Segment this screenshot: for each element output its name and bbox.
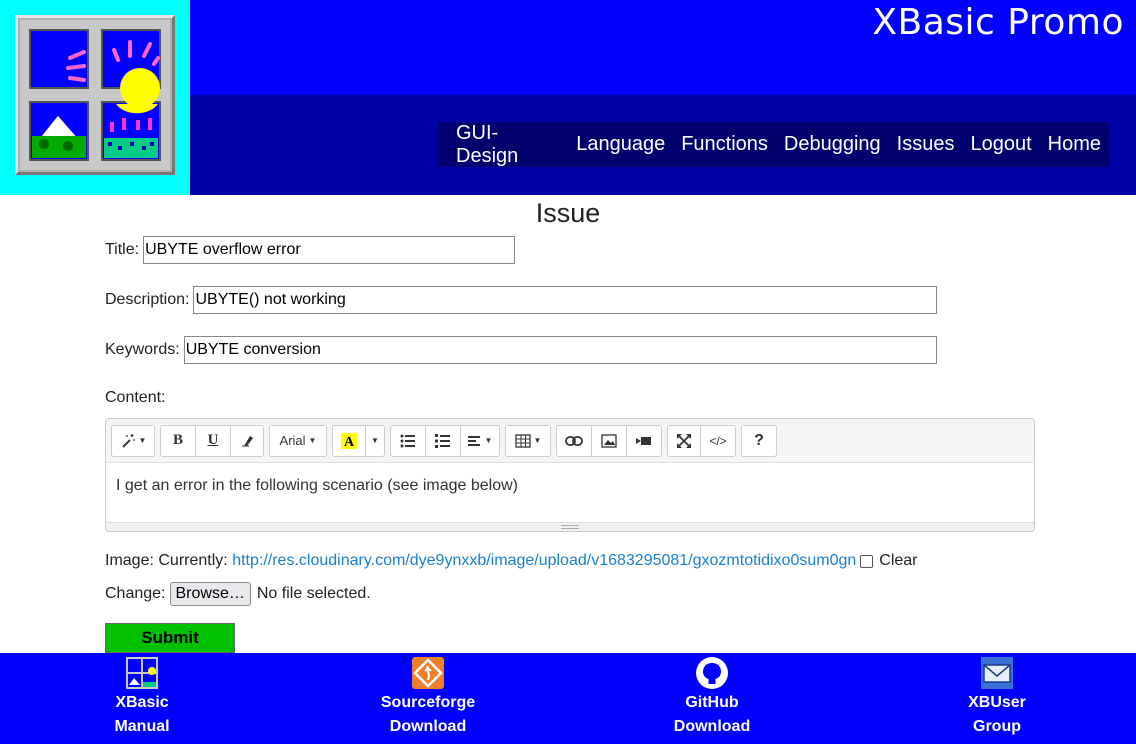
footer-xbasic-manual[interactable]: XBasic Manual: [62, 657, 222, 739]
image-icon: [601, 433, 617, 448]
nav-language[interactable]: Language: [576, 133, 665, 156]
underline-button[interactable]: U: [195, 424, 231, 457]
help-button[interactable]: ?: [741, 424, 777, 457]
footer-item-line2: Download: [389, 718, 467, 735]
nav-home[interactable]: Home: [1048, 133, 1101, 156]
main-nav: GUI-Design Language Functions Debugging …: [438, 122, 1109, 167]
keywords-row: Keywords:: [105, 336, 937, 364]
description-label: Description:: [105, 291, 190, 308]
font-family-value: Arial: [279, 433, 306, 448]
bold-button[interactable]: B: [160, 424, 196, 457]
video-icon: [636, 436, 651, 445]
clear-format-button[interactable]: [230, 424, 264, 457]
description-input[interactable]: [193, 286, 938, 314]
browse-button[interactable]: Browse…: [169, 582, 251, 606]
link-icon: [565, 435, 583, 446]
keywords-label: Keywords:: [105, 341, 180, 358]
font-family-dropdown[interactable]: Arial ▼: [269, 424, 327, 457]
footer-github-download[interactable]: GitHub Download: [632, 657, 792, 739]
image-row: Image: Currently: http://res.cloudinary.…: [105, 552, 918, 570]
align-left-icon: [467, 435, 480, 446]
footer-item-line1: Sourceforge: [380, 694, 476, 711]
footer-item-line2: Download: [673, 718, 751, 735]
footer-item-line2: Group: [973, 718, 1021, 735]
submit-button[interactable]: Submit: [105, 623, 235, 653]
nav-functions[interactable]: Functions: [681, 133, 768, 156]
image-button[interactable]: [591, 424, 627, 457]
currently-label: Currently:: [158, 552, 228, 569]
grip-icon: [561, 525, 579, 529]
footer-item-line1: GitHub: [685, 694, 739, 711]
nav-debugging[interactable]: Debugging: [784, 133, 881, 156]
footer-item-line1: XBasic: [115, 694, 169, 711]
site-footer: XBasic Manual Sourceforge Download GitHu…: [0, 653, 1136, 744]
logo-area: [0, 0, 190, 195]
magic-wand-icon: [121, 433, 135, 448]
fullscreen-icon: [677, 433, 691, 448]
color-dropdown-button[interactable]: ▼: [365, 424, 385, 457]
editor-content-area[interactable]: I get an error in the following scenario…: [106, 463, 1034, 523]
footer-item-line1: XBUser: [968, 694, 1026, 711]
code-view-button[interactable]: </>: [700, 424, 736, 457]
keywords-input[interactable]: [183, 336, 937, 364]
table-icon: [514, 433, 531, 448]
footer-xbuser-group[interactable]: XBUser Group: [917, 657, 1077, 739]
page-title: Issue: [535, 198, 601, 228]
fullscreen-button[interactable]: [667, 424, 701, 457]
site-title: XBasic Promo: [872, 2, 1124, 43]
sourceforge-icon: [412, 657, 444, 689]
nav-issues[interactable]: Issues: [897, 133, 955, 156]
eraser-icon: [242, 435, 253, 446]
editor-resize-handle[interactable]: [106, 522, 1034, 531]
highlight-button[interactable]: A: [332, 424, 366, 457]
svg-text:A: A: [344, 435, 355, 450]
content-row: Content:: [105, 389, 165, 407]
unordered-list-button[interactable]: [390, 424, 426, 457]
title-input[interactable]: [143, 236, 516, 264]
clear-checkbox[interactable]: [860, 554, 874, 568]
xbasic-logo-icon: [126, 657, 158, 689]
clear-label: Clear: [879, 552, 918, 569]
change-row: Change: Browse… No file selected.: [105, 582, 371, 606]
xbasic-logo[interactable]: [15, 15, 175, 175]
rich-text-editor: ▼ B U Arial ▼ A ▼ ▼ ▼ </> ? I get an err…: [105, 418, 1035, 532]
nav-logout[interactable]: Logout: [970, 133, 1031, 156]
image-label: Image:: [105, 552, 154, 569]
description-row: Description:: [105, 286, 938, 314]
bullet-list-icon: [400, 434, 415, 447]
no-file-label: No file selected.: [256, 585, 371, 602]
github-icon: [696, 657, 728, 689]
table-dropdown[interactable]: ▼: [505, 424, 551, 457]
ordered-list-button[interactable]: [425, 424, 461, 457]
footer-sourceforge-download[interactable]: Sourceforge Download: [348, 657, 508, 739]
numbered-list-icon: [435, 433, 450, 448]
mail-icon: [981, 657, 1013, 689]
xbasic-logo-icon: [29, 29, 161, 161]
link-button[interactable]: [556, 424, 592, 457]
style-button[interactable]: ▼: [111, 424, 155, 457]
paragraph-align-dropdown[interactable]: ▼: [460, 424, 500, 457]
current-image-link[interactable]: http://res.cloudinary.com/dye9ynxxb/imag…: [232, 552, 856, 570]
chevron-down-icon: ▼: [371, 436, 379, 445]
title-label: Title:: [105, 241, 140, 258]
title-row: Title:: [105, 236, 516, 264]
text-color-icon: A: [341, 432, 357, 450]
video-button[interactable]: [626, 424, 662, 457]
content-label: Content:: [105, 389, 166, 406]
site-header: XBasic Promo GUI-Design Language Functio…: [0, 0, 1136, 195]
nav-gui-design[interactable]: GUI-Design: [456, 122, 560, 168]
change-label: Change:: [105, 585, 166, 602]
editor-toolbar: ▼ B U Arial ▼ A ▼ ▼ ▼ </> ?: [106, 419, 1034, 463]
footer-item-line2: Manual: [114, 718, 170, 735]
